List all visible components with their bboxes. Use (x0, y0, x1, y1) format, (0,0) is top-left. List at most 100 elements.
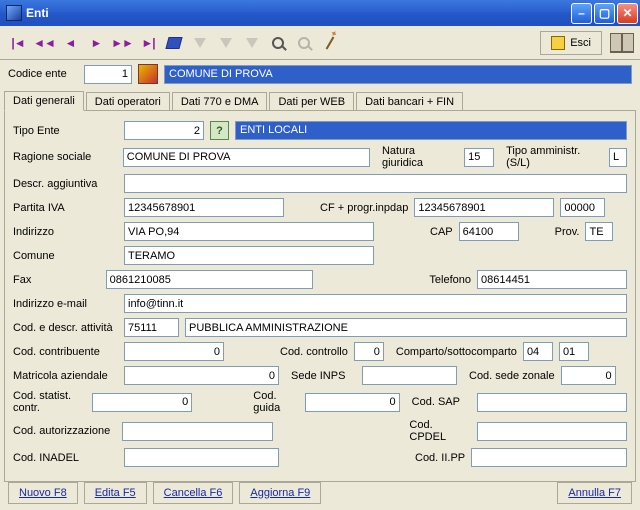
cod-sede-zonale-input[interactable] (561, 366, 616, 385)
cancella-button[interactable]: Cancella F6 (153, 482, 234, 504)
partita-iva-label: Partita IVA (13, 202, 118, 214)
nav-prev-button[interactable]: ◄ (58, 31, 82, 55)
cod-guida-input[interactable] (305, 393, 400, 412)
attivita-desc-input[interactable] (185, 318, 627, 337)
ragione-sociale-label: Ragione sociale (13, 151, 117, 163)
attivita-label: Cod. e descr. attività (13, 322, 118, 334)
nav-prev-page-button[interactable]: ◄◄ (32, 31, 56, 55)
codice-ente-name: COMUNE DI PROVA (164, 65, 632, 84)
tab-body: Tipo Ente ? ENTI LOCALI Ragione sociale … (4, 110, 636, 482)
cod-contribuente-input[interactable] (124, 342, 224, 361)
cap-input[interactable] (459, 222, 519, 241)
cod-inadel-label: Cod. INADEL (13, 452, 118, 464)
ragione-sociale-input[interactable] (123, 148, 370, 167)
annulla-button[interactable]: Annulla F7 (557, 482, 632, 504)
nav-last-button[interactable]: ►| (136, 31, 160, 55)
tipo-amministr-input[interactable] (609, 148, 627, 167)
app-icon (6, 5, 22, 21)
cod-autorizz-input[interactable] (122, 422, 274, 441)
prov-input[interactable] (585, 222, 613, 241)
indirizzo-input[interactable] (124, 222, 374, 241)
tab-dati-770[interactable]: Dati 770 e DMA (172, 92, 268, 111)
cf-progr2-input[interactable] (560, 198, 605, 217)
cod-statist-input[interactable] (92, 393, 192, 412)
comune-input[interactable] (124, 246, 374, 265)
codice-ente-input[interactable] (84, 65, 132, 84)
tabstrip: Dati generali Dati operatori Dati 770 e … (0, 90, 640, 110)
sede-inps-input[interactable] (362, 366, 457, 385)
exit-button[interactable]: Esci (540, 31, 602, 55)
sede-inps-label: Sede INPS (291, 370, 356, 382)
attivita-code-input[interactable] (124, 318, 179, 337)
search2-button[interactable] (292, 31, 316, 55)
eraser-icon (165, 37, 182, 49)
tab-dati-generali[interactable]: Dati generali (4, 91, 84, 111)
cod-cpdel-label: Cod. CPDEL (409, 419, 471, 443)
search-button[interactable] (266, 31, 290, 55)
edita-button[interactable]: Edita F5 (84, 482, 147, 504)
cod-iipp-input[interactable] (471, 448, 627, 467)
wand-button[interactable] (318, 31, 342, 55)
comparto-label: Comparto/sottocomparto (396, 346, 517, 358)
nav-next-page-button[interactable]: ►► (110, 31, 134, 55)
funnel-icon (246, 38, 258, 48)
matricola-input[interactable] (124, 366, 279, 385)
cod-controllo-input[interactable] (354, 342, 384, 361)
cod-sap-input[interactable] (477, 393, 627, 412)
tipo-ente-label: Tipo Ente (13, 125, 118, 137)
tipo-ente-help-button[interactable]: ? (210, 121, 229, 140)
natura-giuridica-input[interactable] (464, 148, 494, 167)
cod-inadel-input[interactable] (124, 448, 279, 467)
exit-icon (551, 36, 565, 50)
fax-input[interactable] (106, 270, 314, 289)
help-book-icon[interactable] (610, 33, 634, 53)
tipo-ente-input[interactable] (124, 121, 204, 140)
descr-agg-input[interactable] (124, 174, 627, 193)
exit-label: Esci (570, 37, 591, 49)
close-button[interactable]: ✕ (617, 3, 638, 24)
filter2-button[interactable] (214, 31, 238, 55)
cod-autorizz-label: Cod. autorizzazione (13, 425, 116, 437)
comune-label: Comune (13, 250, 118, 262)
tipo-amministr-label: Tipo amministr.(S/L) (506, 145, 603, 169)
filter1-button[interactable] (188, 31, 212, 55)
cod-guida-label: Cod. guida (253, 390, 298, 414)
natura-giuridica-label: Natura giuridica (382, 145, 458, 169)
tab-dati-web[interactable]: Dati per WEB (269, 92, 354, 111)
nav-first-button[interactable]: |◄ (6, 31, 30, 55)
cap-label: CAP (430, 226, 453, 238)
tab-dati-bancari[interactable]: Dati bancari + FIN (356, 92, 463, 111)
cod-cpdel-input[interactable] (477, 422, 627, 441)
codice-ente-label: Codice ente (8, 68, 78, 80)
cod-controllo-label: Cod. controllo (280, 346, 348, 358)
eraser-button[interactable] (162, 31, 186, 55)
prov-label: Prov. (555, 226, 580, 238)
filter3-button[interactable] (240, 31, 264, 55)
comparto1-input[interactable] (523, 342, 553, 361)
cf-progr-label: CF + progr.inpdap (320, 202, 408, 214)
tab-dati-operatori[interactable]: Dati operatori (86, 92, 170, 111)
partita-iva-input[interactable] (124, 198, 284, 217)
cf-progr-input[interactable] (414, 198, 554, 217)
telefono-label: Telefono (429, 274, 471, 286)
tipo-ente-desc: ENTI LOCALI (235, 121, 627, 140)
cod-statist-label: Cod. statist. contr. (13, 390, 86, 414)
wand-icon (326, 36, 335, 49)
toolbar: |◄ ◄◄ ◄ ► ►► ►| Esci (0, 26, 640, 60)
comparto2-input[interactable] (559, 342, 589, 361)
aggiorna-button[interactable]: Aggiorna F9 (239, 482, 321, 504)
cod-contribuente-label: Cod. contribuente (13, 346, 118, 358)
lookup-icon[interactable] (138, 64, 158, 84)
email-input[interactable] (124, 294, 627, 313)
fax-label: Fax (13, 274, 100, 286)
minimize-button[interactable]: – (571, 3, 592, 24)
cod-sede-zonale-label: Cod. sede zonale (469, 370, 555, 382)
funnel-icon (220, 38, 232, 48)
nav-next-button[interactable]: ► (84, 31, 108, 55)
code-row: Codice ente COMUNE DI PROVA (0, 60, 640, 88)
maximize-button[interactable]: ▢ (594, 3, 615, 24)
titlebar: Enti – ▢ ✕ (0, 0, 640, 26)
telefono-input[interactable] (477, 270, 627, 289)
indirizzo-label: Indirizzo (13, 226, 118, 238)
nuovo-button[interactable]: Nuovo F8 (8, 482, 78, 504)
